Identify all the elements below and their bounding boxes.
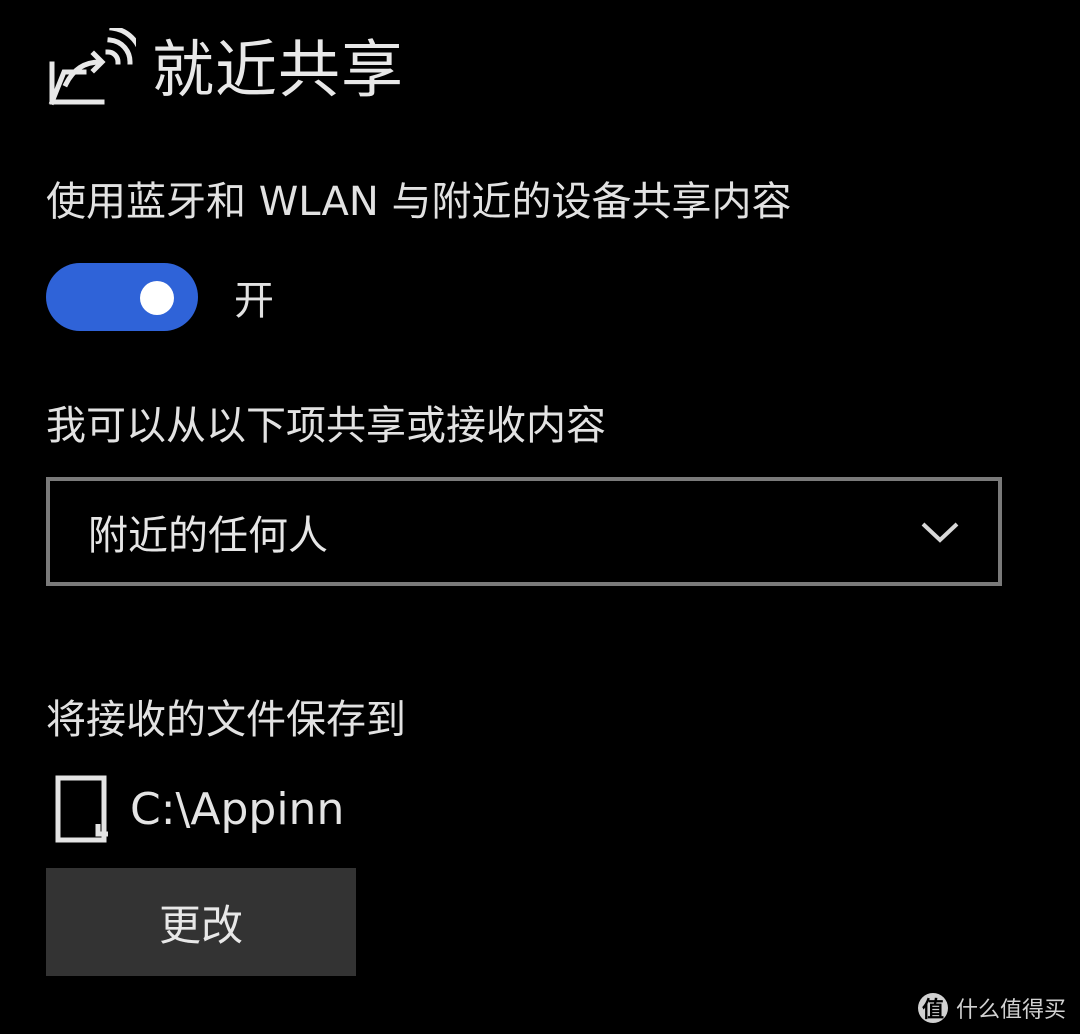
toggle-knob [140,281,174,315]
save-location-path: C:\Appinn [130,783,345,835]
chevron-down-icon [921,522,959,543]
folder-icon [55,775,108,843]
share-scope-selected-value: 附近的任何人 [88,512,328,559]
nearby-sharing-toggle[interactable] [46,263,198,331]
save-location-label: 将接收的文件保存到 [46,697,406,743]
nearby-sharing-toggle-row: 开 [46,262,274,332]
nearby-sharing-icon [48,28,136,106]
share-scope-dropdown[interactable]: 附近的任何人 [46,477,1002,586]
watermark: 值 什么值得买 [917,992,1066,1024]
toggle-state-label: 开 [234,278,274,324]
save-location-path-row: C:\Appinn [52,774,344,844]
watermark-badge: 值 [917,993,948,1023]
page-title: 就近共享 [152,33,405,106]
watermark-text: 什么值得买 [955,998,1066,1023]
nearby-sharing-description: 使用蓝牙和 WLAN 与附近的设备共享内容 [46,179,792,225]
page-header: 就近共享 [44,20,404,120]
change-location-button[interactable]: 更改 [46,868,356,976]
share-scope-label: 我可以从以下项共享或接收内容 [46,403,606,449]
